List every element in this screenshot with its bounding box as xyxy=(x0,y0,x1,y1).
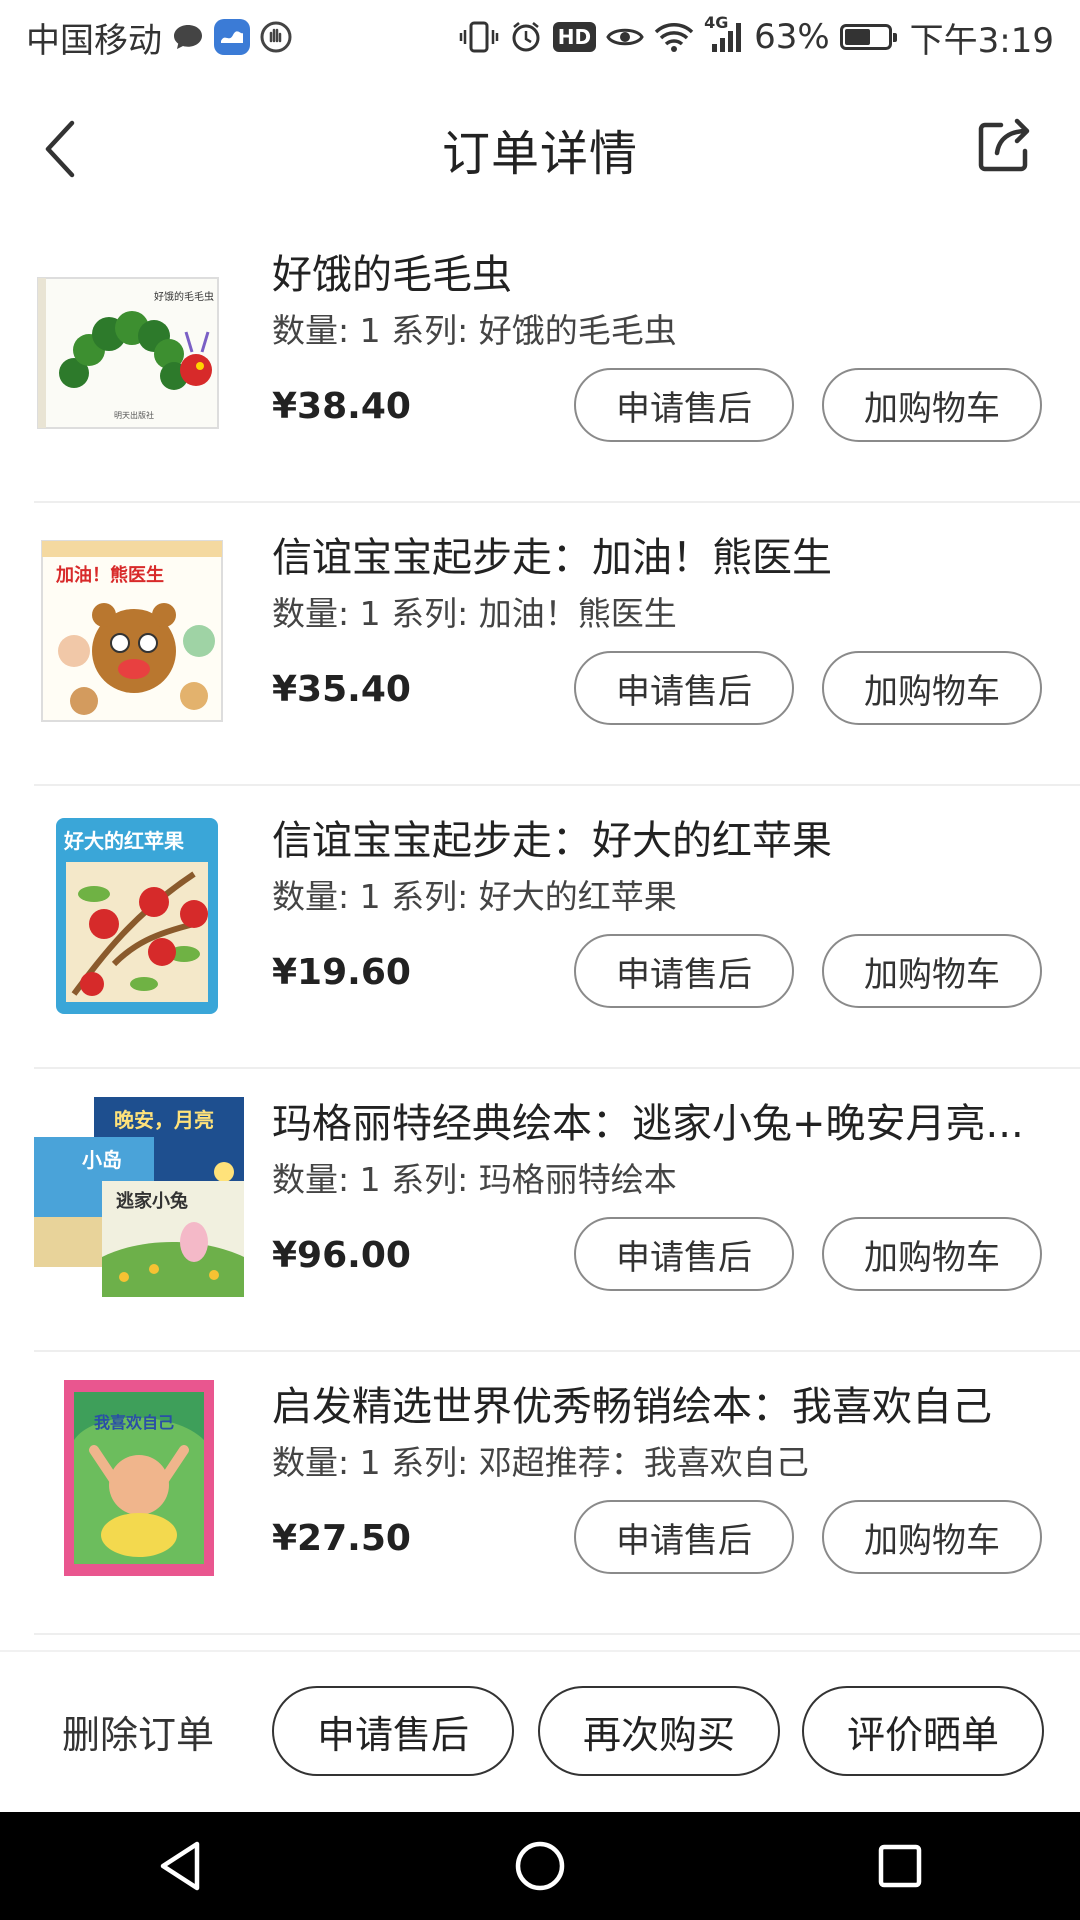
page-title: 订单详情 xyxy=(441,126,638,182)
item-meta: 数量: 1 系列: 好饿的毛毛虫 xyxy=(272,311,677,350)
vibrate-icon xyxy=(459,17,499,57)
item-price: ¥38.40 xyxy=(272,386,411,427)
nav-back-button[interactable] xyxy=(120,1826,240,1906)
order-item[interactable]: 好大的红苹果 信谊宝宝起步走：好大的红苹果 数量: 1 系列: 好大的红苹果 ¥… xyxy=(34,786,1080,1069)
order-item[interactable]: 我喜欢自己 启发精选世界优秀畅销绘本：我喜欢自己 数量: 1 系列: 邓超推荐：… xyxy=(34,1352,1080,1635)
buy-again-button[interactable]: 再次购买 xyxy=(538,1686,780,1776)
apply-after-sale-button[interactable]: 申请售后 xyxy=(574,1500,794,1574)
book-cover-red-apple[interactable]: 好大的红苹果 xyxy=(34,814,244,1014)
order-item[interactable]: 好饿的毛毛虫 明天出版社 好饿的毛毛虫 数量: 1 系列: 好饿的毛毛虫 ¥38… xyxy=(34,220,1080,503)
book-cover-caterpillar[interactable]: 好饿的毛毛虫 明天出版社 xyxy=(34,248,244,448)
cover-title-moon: 晚安，月亮 xyxy=(114,1108,214,1132)
apply-after-sale-button[interactable]: 申请售后 xyxy=(574,651,794,725)
review-button[interactable]: 评价晒单 xyxy=(802,1686,1044,1776)
item-price: ¥96.00 xyxy=(272,1235,411,1276)
alarm-icon xyxy=(509,17,543,57)
order-detail-screen: 中国移动 HD 4G 63% 下午3:19 订单详情 好饿的毛毛虫 明天出版社 … xyxy=(0,0,1080,1920)
nav-recents-button[interactable] xyxy=(840,1826,960,1906)
add-to-cart-button[interactable]: 加购物车 xyxy=(822,934,1042,1008)
item-meta: 数量: 1 系列: 加油！熊医生 xyxy=(272,594,677,633)
apply-after-sale-button[interactable]: 申请售后 xyxy=(574,1217,794,1291)
status-left: 中国移动 xyxy=(26,13,292,62)
apply-after-sale-button[interactable]: 申请售后 xyxy=(574,934,794,1008)
item-price: ¥19.60 xyxy=(272,952,411,993)
battery-percent: 63% xyxy=(754,17,830,57)
clock: 下午3:19 xyxy=(909,20,1054,61)
status-right: HD 4G 63% 下午3:19 xyxy=(459,13,1054,62)
battery-icon xyxy=(839,24,897,50)
order-after-sale-button[interactable]: 申请售后 xyxy=(272,1686,514,1776)
add-to-cart-button[interactable]: 加购物车 xyxy=(822,1500,1042,1574)
share-button[interactable] xyxy=(970,110,1040,180)
circle-home-icon xyxy=(515,1841,565,1891)
item-title: 启发精选世界优秀畅销绘本：我喜欢自己 xyxy=(272,1384,992,1430)
order-items-list: 好饿的毛毛虫 明天出版社 好饿的毛毛虫 数量: 1 系列: 好饿的毛毛虫 ¥38… xyxy=(0,220,1080,1635)
nav-home-button[interactable] xyxy=(480,1826,600,1906)
battery-fill xyxy=(844,29,870,45)
network-type-label: 4G xyxy=(704,13,729,32)
item-price: ¥27.50 xyxy=(272,1518,411,1559)
caterpillar-cover-image: 好饿的毛毛虫 明天出版社 xyxy=(37,277,219,429)
item-title: 信谊宝宝起步走：加油！熊医生 xyxy=(272,535,832,581)
item-title: 信谊宝宝起步走：好大的红苹果 xyxy=(272,818,832,864)
order-item[interactable]: 晚安，月亮 小岛 逃家小兔 玛格丽特经典绘本：逃家小兔+晚安月亮... 数量: … xyxy=(34,1069,1080,1352)
item-title: 好饿的毛毛虫 xyxy=(272,252,512,298)
eye-comfort-icon xyxy=(606,17,644,57)
status-bar: 中国移动 HD 4G 63% 下午3:19 xyxy=(0,0,1080,74)
red-apple-cover-image: 好大的红苹果 xyxy=(56,818,218,1014)
system-nav-bar xyxy=(0,1812,1080,1920)
book-cover-margaret-set[interactable]: 晚安，月亮 小岛 逃家小兔 xyxy=(34,1097,244,1297)
cover-title: 加油！熊医生 xyxy=(55,564,164,586)
square-recents-icon xyxy=(878,1844,922,1888)
app-notification-icon xyxy=(214,19,250,55)
hd-badge: HD xyxy=(552,22,597,52)
item-meta: 数量: 1 系列: 好大的红苹果 xyxy=(272,877,677,916)
book-cover-bear-doctor[interactable]: 加油！熊医生 xyxy=(34,531,244,731)
back-button[interactable] xyxy=(30,114,90,184)
order-item[interactable]: 加油！熊医生 信谊宝宝起步走：加油！熊医生 数量: 1 系列: 加油！熊医生 ¥… xyxy=(34,503,1080,786)
i-like-myself-cover-image: 我喜欢自己 xyxy=(64,1380,214,1576)
item-meta: 数量: 1 系列: 玛格丽特绘本 xyxy=(272,1160,677,1199)
item-meta: 数量: 1 系列: 邓超推荐：我喜欢自己 xyxy=(272,1443,809,1482)
book-cover-i-like-myself[interactable]: 我喜欢自己 xyxy=(34,1380,244,1580)
cover-title-rabbit: 逃家小兔 xyxy=(116,1190,188,1212)
triangle-back-icon xyxy=(160,1841,200,1891)
carrier-label: 中国移动 xyxy=(26,20,162,61)
item-title: 玛格丽特经典绘本：逃家小兔+晚安月亮... xyxy=(272,1101,1024,1147)
share-icon xyxy=(978,118,1030,172)
apply-after-sale-button[interactable]: 申请售后 xyxy=(574,368,794,442)
cover-title: 我喜欢自己 xyxy=(94,1413,174,1432)
chat-bubble-icon xyxy=(172,17,204,57)
cover-title: 好大的红苹果 xyxy=(63,829,184,853)
signal-icon: 4G xyxy=(704,13,744,57)
order-action-bar: 删除订单 申请售后 再次购买 评价晒单 xyxy=(0,1650,1080,1814)
wifi-icon xyxy=(654,17,694,57)
cover-title-island: 小岛 xyxy=(82,1148,122,1172)
item-price: ¥35.40 xyxy=(272,669,411,710)
add-to-cart-button[interactable]: 加购物车 xyxy=(822,1217,1042,1291)
margaret-set-cover-image: 晚安，月亮 小岛 逃家小兔 xyxy=(34,1097,244,1297)
cover-title: 好饿的毛毛虫 xyxy=(154,290,214,303)
hand-badge-icon xyxy=(260,17,292,57)
chevron-left-icon xyxy=(45,120,75,178)
add-to-cart-button[interactable]: 加购物车 xyxy=(822,651,1042,725)
add-to-cart-button[interactable]: 加购物车 xyxy=(822,368,1042,442)
header: 订单详情 xyxy=(0,74,1080,224)
bear-doctor-cover-image: 加油！熊医生 xyxy=(41,540,223,722)
svg-text:明天出版社: 明天出版社 xyxy=(114,410,154,420)
delete-order-button[interactable]: 删除订单 xyxy=(62,1704,214,1759)
